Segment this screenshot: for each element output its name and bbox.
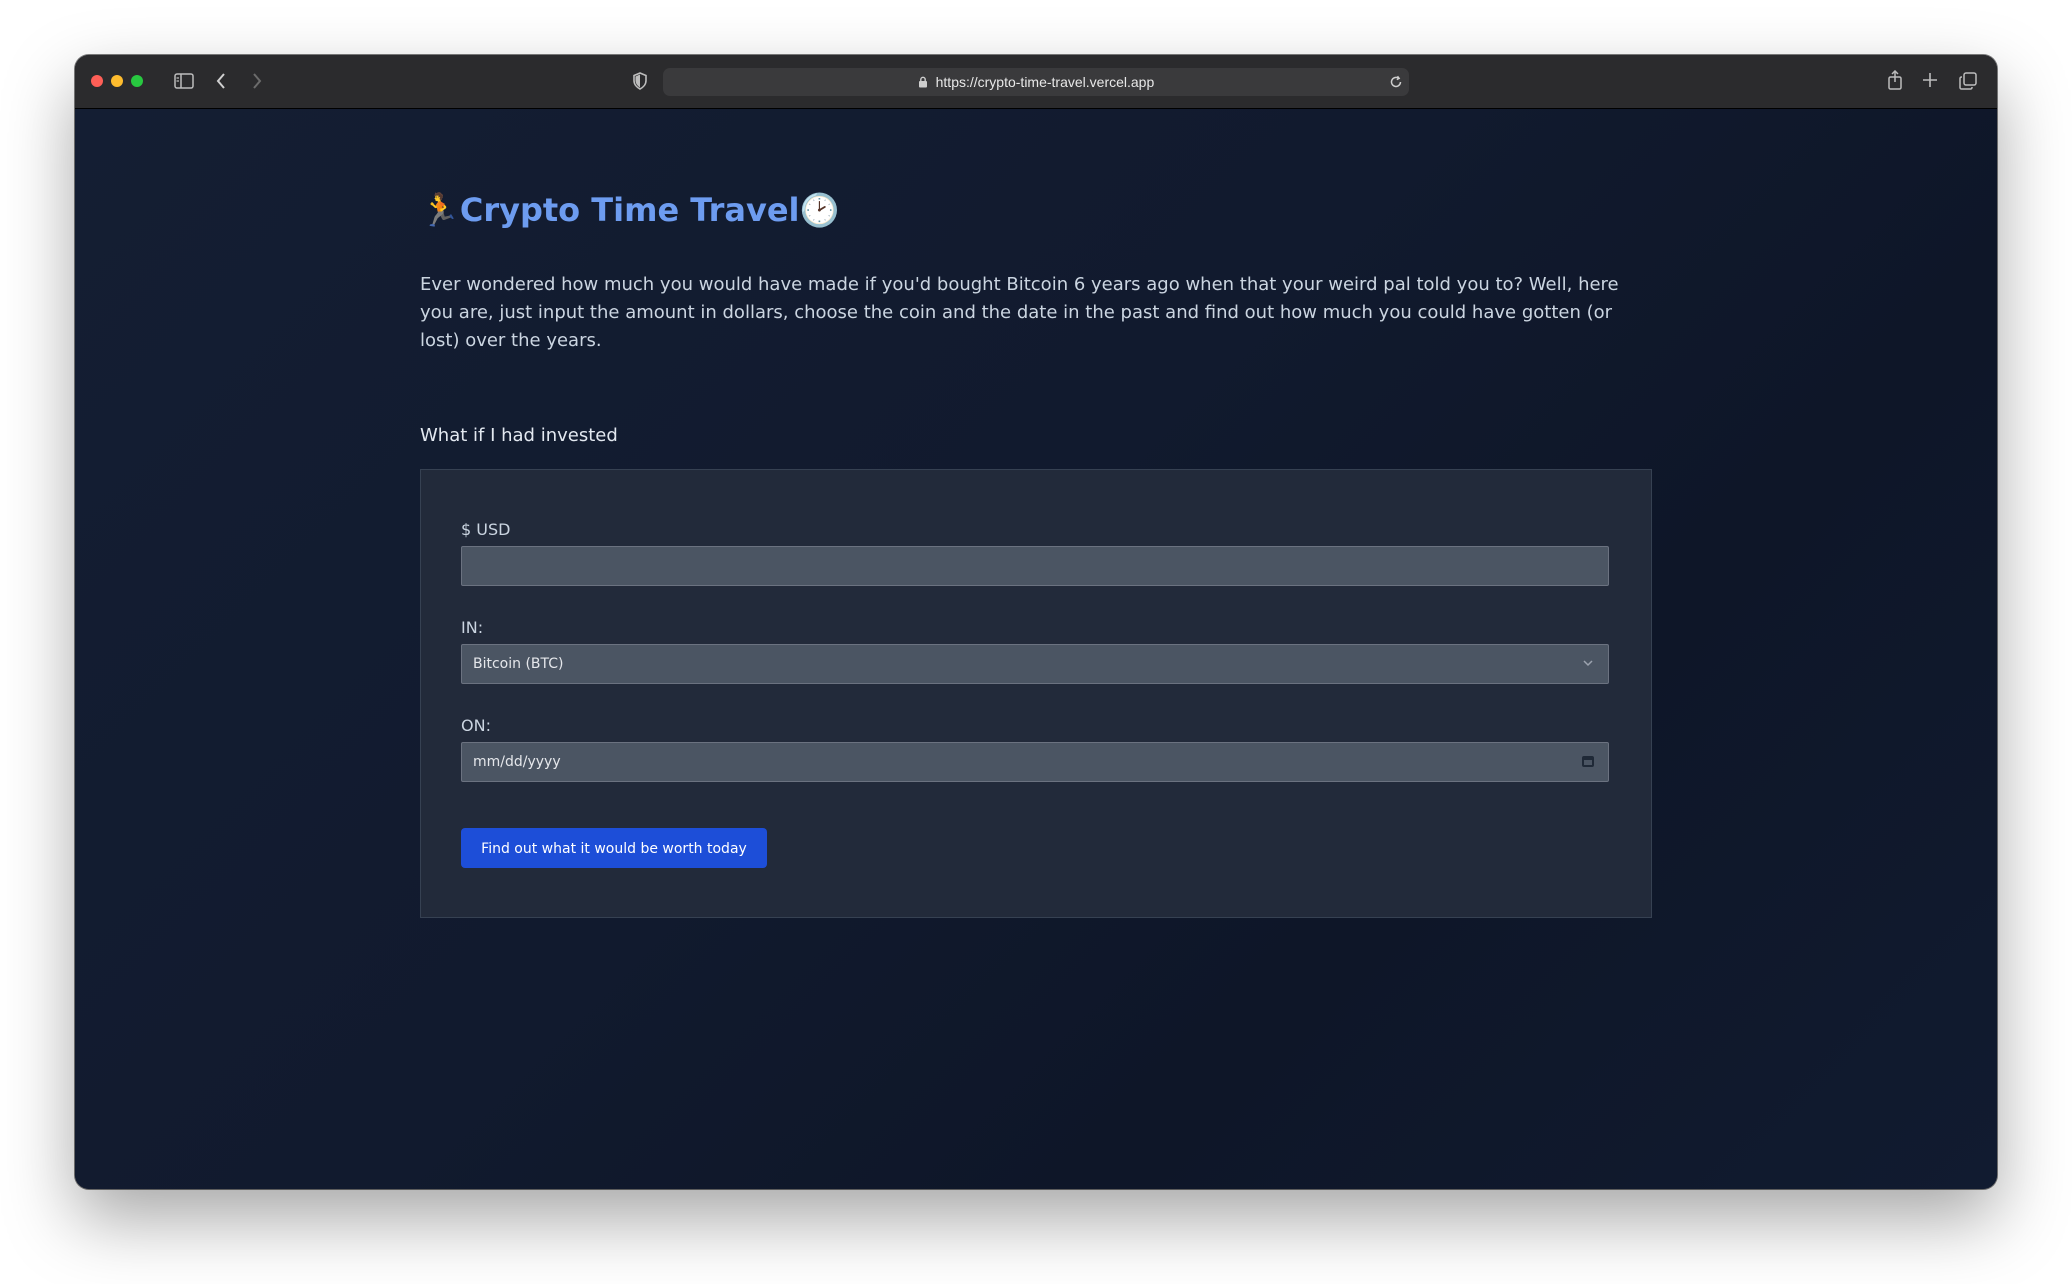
submit-button[interactable]: Find out what it would be worth today: [461, 828, 767, 868]
share-icon[interactable]: [1887, 69, 1903, 94]
date-label: ON:: [461, 716, 491, 735]
date-placeholder: mm/dd/yyyy: [473, 754, 561, 770]
chevron-down-icon: [1582, 645, 1594, 683]
url-text: https://crypto-time-travel.vercel.app: [935, 74, 1155, 90]
runner-emoji: 🏃: [420, 191, 460, 229]
intro-paragraph: Ever wondered how much you would have ma…: [420, 274, 1619, 351]
zoom-window-button[interactable]: [131, 75, 143, 87]
close-window-button[interactable]: [91, 75, 103, 87]
page-title: 🏃Crypto Time Travel🕑: [420, 191, 839, 229]
page-content: 🏃Crypto Time Travel🕑 Ever wondered how m…: [75, 109, 1997, 1189]
date-input[interactable]: mm/dd/yyyy: [461, 742, 1609, 782]
coin-select-value: Bitcoin (BTC): [473, 656, 564, 672]
browser-toolbar: https://crypto-time-travel.vercel.app: [75, 55, 1997, 109]
clock-emoji: 🕑: [799, 191, 840, 229]
usd-input-wrapper: [461, 546, 1609, 586]
shield-icon[interactable]: [632, 72, 648, 94]
tabs-overview-icon[interactable]: [1959, 72, 1977, 94]
title-text: Crypto Time Travel: [459, 191, 800, 229]
usd-label: $ USD: [461, 520, 511, 539]
usd-amount-input[interactable]: [473, 547, 1608, 585]
coin-label: IN:: [461, 618, 484, 637]
new-tab-icon[interactable]: [1922, 72, 1938, 92]
address-bar[interactable]: https://crypto-time-travel.vercel.app: [663, 68, 1409, 96]
forward-icon[interactable]: [251, 72, 263, 94]
calendar-icon[interactable]: [1582, 756, 1594, 767]
back-icon[interactable]: [215, 72, 227, 94]
minimize-window-button[interactable]: [111, 75, 123, 87]
sidebar-icon[interactable]: [174, 73, 194, 93]
browser-window: https://crypto-time-travel.vercel.app 🏃C…: [75, 55, 1997, 1189]
coin-select[interactable]: Bitcoin (BTC): [461, 644, 1609, 684]
investment-form: $ USD IN: Bitcoin (BTC) ON: mm/dd/yyyy F…: [420, 469, 1652, 918]
lock-icon: [918, 74, 936, 90]
reload-icon[interactable]: [1389, 68, 1403, 96]
form-heading: What if I had invested: [420, 425, 618, 446]
